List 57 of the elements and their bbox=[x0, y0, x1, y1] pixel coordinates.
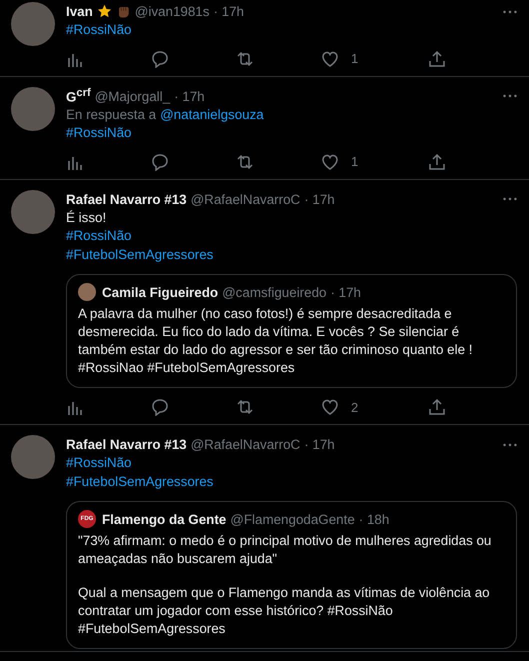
more-icon[interactable] bbox=[503, 197, 517, 201]
timestamp[interactable]: · 17h bbox=[174, 88, 205, 104]
user-name: Flamengo da Gente bbox=[102, 512, 226, 526]
hashtag-link[interactable]: #RossiNão bbox=[66, 21, 132, 40]
avatar-photo-placeholder[interactable] bbox=[11, 190, 55, 234]
quoted-tweet-card[interactable] bbox=[66, 501, 517, 649]
timestamp[interactable]: · 17h bbox=[304, 437, 335, 452]
more-icon[interactable] bbox=[503, 10, 517, 14]
quoted-text: A palavra da mulher (no caso fotos!) é sempre desacreditada e desmerecida. Eu fico do lado da vítima. E vocês ? Se silenciar é também estar do lado do agressor e ser tão criminoso quanto ele ! #RossiNao #FutebolSemAgressores bbox=[78, 305, 474, 377]
tweet-text: É isso! bbox=[66, 208, 106, 226]
reply-icon[interactable] bbox=[151, 152, 169, 170]
user-name[interactable]: Ivan bbox=[66, 4, 93, 19]
like-icon[interactable] bbox=[321, 50, 339, 68]
avatar-photo-placeholder[interactable] bbox=[11, 2, 55, 46]
share-icon[interactable] bbox=[428, 398, 446, 416]
like-icon[interactable] bbox=[321, 398, 339, 416]
timestamp: · 17h bbox=[330, 284, 362, 300]
avatar-photo-placeholder[interactable] bbox=[11, 435, 55, 479]
more-icon[interactable] bbox=[503, 442, 517, 446]
timestamp[interactable]: · 17h bbox=[304, 192, 335, 206]
more-icon[interactable] bbox=[503, 94, 517, 98]
share-icon[interactable] bbox=[428, 50, 446, 68]
reply-icon[interactable] bbox=[151, 50, 169, 68]
user-handle[interactable]: @RafaelNavarroC bbox=[190, 437, 300, 452]
user-handle: @FlamengodaGente bbox=[230, 512, 355, 526]
hashtag-link[interactable]: #FutebolSemAgressores bbox=[66, 472, 214, 491]
hashtag-link[interactable]: #FutebolSemAgressores bbox=[66, 246, 214, 264]
hashtag-link[interactable]: #RossiNão bbox=[66, 227, 132, 246]
avatar-photo-placeholder[interactable] bbox=[11, 86, 55, 130]
timestamp: · 18h bbox=[358, 512, 390, 526]
quoted-text: Qual a mensagem que o Flamengo manda as vítimas de violência ao contratar um jogador com esse histórico? #RossiNão #FutebolSemAgressores bbox=[78, 584, 491, 638]
user-name[interactable]: Rafael Navarro #13 bbox=[66, 192, 187, 206]
like-icon[interactable] bbox=[321, 152, 339, 170]
like-count: 1 bbox=[351, 51, 358, 66]
timestamp[interactable]: · 17h bbox=[213, 4, 244, 19]
retweet-icon[interactable] bbox=[236, 152, 254, 170]
reply-icon[interactable] bbox=[151, 398, 169, 416]
user-handle[interactable]: @Majorgall_ bbox=[94, 88, 170, 104]
user-handle[interactable]: @RafaelNavarroC bbox=[190, 192, 300, 206]
reply-label: En respuesta a bbox=[66, 106, 156, 124]
user-name[interactable]: G$^{crf}$ bbox=[66, 87, 91, 105]
avatar-photo-placeholder bbox=[78, 283, 96, 301]
mention-link[interactable]: @natanielgsouza bbox=[160, 106, 264, 124]
user-handle: @camsfigueiredo bbox=[222, 284, 326, 300]
star-icon bbox=[96, 4, 112, 19]
user-name[interactable]: Rafael Navarro #13 bbox=[66, 437, 187, 452]
retweet-icon[interactable] bbox=[236, 50, 254, 68]
share-icon[interactable] bbox=[428, 152, 446, 170]
like-count: 1 bbox=[351, 154, 358, 169]
hashtag-link[interactable]: #RossiNão bbox=[66, 124, 132, 142]
quoted-text: "73% afirmam: o medo é o principal motivo de mulheres agredidas ou ameaçadas não buscarem ajuda" bbox=[78, 532, 492, 568]
user-handle[interactable]: @ivan1981s bbox=[134, 4, 210, 19]
user-name: Camila Figueiredo bbox=[102, 284, 218, 300]
like-count: 2 bbox=[351, 400, 358, 414]
retweet-icon[interactable] bbox=[236, 398, 254, 416]
hashtag-link[interactable]: #RossiNão bbox=[66, 454, 132, 472]
quoted-tweet-card[interactable] bbox=[66, 274, 517, 388]
